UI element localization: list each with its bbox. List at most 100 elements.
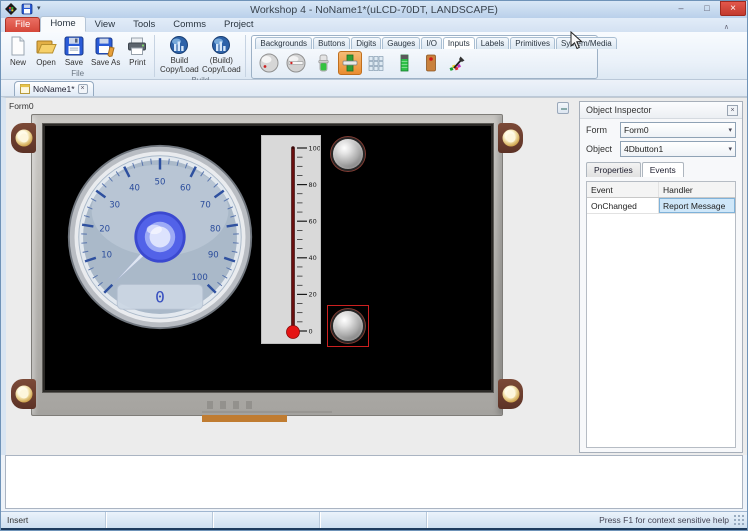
palette-widgets xyxy=(252,49,597,75)
maximize-button[interactable]: □ xyxy=(694,1,720,16)
inspector-tabs: Properties Events xyxy=(580,157,742,177)
qat-dropdown-icon[interactable]: ▾ xyxy=(37,2,41,16)
mount-tab-top-right xyxy=(498,123,523,153)
tab-home[interactable]: Home xyxy=(40,16,85,32)
metal-button-top[interactable] xyxy=(333,139,363,169)
widget-toggle-switch[interactable] xyxy=(419,51,443,75)
save-as-button[interactable]: Save As xyxy=(88,34,123,68)
app-window: ▾ Workshop 4 - NoName1*(uLCD-70DT, LANDS… xyxy=(0,0,748,531)
rotary-switch-icon xyxy=(286,53,306,73)
mount-tab-bottom-right xyxy=(498,379,523,409)
palette-tab-backgrounds[interactable]: Backgrounds xyxy=(255,37,312,49)
ribbon: New Open Save xyxy=(1,32,747,80)
print-button[interactable]: Print xyxy=(123,34,151,68)
svg-text:40: 40 xyxy=(309,254,317,262)
form-select-value: Form0 xyxy=(624,125,649,135)
document-close-icon[interactable]: × xyxy=(78,84,88,94)
widget-led-bar[interactable] xyxy=(392,51,416,75)
palette-tab-inputs[interactable]: Inputs xyxy=(443,37,475,49)
event-cell[interactable]: OnChanged xyxy=(587,198,659,213)
tab-project[interactable]: Project xyxy=(215,18,263,32)
palette-tab-labels[interactable]: Labels xyxy=(476,37,510,49)
svg-text:100: 100 xyxy=(191,273,207,283)
document-tab-bar: NoName1* × xyxy=(1,80,747,97)
tab-view[interactable]: View xyxy=(86,18,124,32)
widget-slider-vertical[interactable] xyxy=(311,51,335,75)
form-name-label: Form0 xyxy=(9,101,34,111)
new-button[interactable]: New xyxy=(4,34,32,68)
status-bar: Insert Press F1 for context sensitive he… xyxy=(1,511,747,528)
svg-text:10: 10 xyxy=(101,251,112,261)
tab-comms[interactable]: Comms xyxy=(164,18,215,32)
thermometer-widget[interactable]: 100806040200 xyxy=(261,135,321,344)
message-log-panel xyxy=(5,455,743,509)
keypad-icon xyxy=(367,53,387,73)
mount-tab-bottom-left xyxy=(11,379,36,409)
inspector-close-icon[interactable]: × xyxy=(727,105,738,116)
object-select[interactable]: 4Dbutton1 ▾ xyxy=(620,141,736,157)
svg-text:70: 70 xyxy=(200,200,211,210)
form-document-icon xyxy=(20,84,30,94)
tab-events[interactable]: Events xyxy=(642,162,684,177)
ribbon-separator xyxy=(154,35,155,77)
handler-column-header: Handler xyxy=(659,182,735,197)
svg-text:80: 80 xyxy=(210,225,221,235)
palette-tab-gauges[interactable]: Gauges xyxy=(382,37,420,49)
ribbon-collapse-icon[interactable]: ∧ xyxy=(724,23,729,31)
object-select-value: 4Dbutton1 xyxy=(624,144,663,154)
file-group: New Open Save xyxy=(4,34,151,78)
open-button[interactable]: Open xyxy=(32,34,60,68)
panel-splitter-button[interactable] xyxy=(557,102,569,114)
build-icon xyxy=(169,35,189,55)
angular-gauge-widget[interactable]: 102030405060708090100 0 xyxy=(65,142,255,332)
widget-color-picker[interactable] xyxy=(446,51,470,75)
widget-slider-horizontal[interactable] xyxy=(338,51,362,75)
build-copy-load-button[interactable]: Build Copy/Load xyxy=(158,34,200,75)
window-controls: – □ × xyxy=(668,1,746,16)
inspector-title: Object Inspector xyxy=(586,105,727,115)
chevron-down-icon: ▾ xyxy=(728,145,732,153)
svg-text:50: 50 xyxy=(155,177,166,187)
mount-hole-icon xyxy=(502,130,519,147)
palette-tab-io[interactable]: I/O xyxy=(421,37,442,49)
tab-properties[interactable]: Properties xyxy=(586,162,641,177)
svg-text:20: 20 xyxy=(309,291,317,299)
metal-button-selected[interactable] xyxy=(333,311,363,341)
object-inspector-panel: Object Inspector × Form Form0 ▾ Object 4… xyxy=(579,101,743,453)
build-group: Build Copy/Load (Build) Copy/Load Build xyxy=(158,34,242,85)
close-button[interactable]: × xyxy=(720,1,746,16)
tab-file[interactable]: File xyxy=(5,17,40,32)
led-bar-icon xyxy=(394,53,414,73)
build-only-copy-load-button[interactable]: (Build) Copy/Load xyxy=(200,34,242,75)
save-button[interactable]: Save xyxy=(60,34,88,68)
status-segment xyxy=(106,512,213,528)
handler-cell[interactable]: Report Message xyxy=(659,198,735,213)
title-bar: ▾ Workshop 4 - NoName1*(uLCD-70DT, LANDS… xyxy=(1,1,747,18)
resize-grip-icon[interactable] xyxy=(733,514,745,526)
minimize-button[interactable]: – xyxy=(668,1,694,16)
events-table: Event Handler OnChanged Report Message xyxy=(586,181,736,448)
palette-tab-primitives[interactable]: Primitives xyxy=(510,37,555,49)
svg-text:90: 90 xyxy=(208,251,219,261)
svg-text:60: 60 xyxy=(180,183,191,193)
svg-text:30: 30 xyxy=(109,200,120,210)
widget-knob[interactable] xyxy=(257,51,281,75)
palette-tab-buttons[interactable]: Buttons xyxy=(313,37,350,49)
lcd-screen[interactable]: 102030405060708090100 0 100806040200 xyxy=(42,123,494,393)
palette-tab-digits[interactable]: Digits xyxy=(351,37,381,49)
knob-icon xyxy=(259,53,279,73)
widget-rotary-switch[interactable] xyxy=(284,51,308,75)
tab-tools[interactable]: Tools xyxy=(124,18,164,32)
svg-text:80: 80 xyxy=(309,181,317,189)
chevron-down-icon: ▾ xyxy=(728,126,732,134)
document-tab[interactable]: NoName1* × xyxy=(14,81,94,96)
thermometer-bulb xyxy=(287,326,300,339)
widget-keypad[interactable] xyxy=(365,51,389,75)
print-icon xyxy=(126,35,148,57)
form-select[interactable]: Form0 ▾ xyxy=(620,122,736,138)
file-group-label: File xyxy=(4,69,151,78)
palette-tab-system-media[interactable]: System/Media xyxy=(556,37,617,49)
object-field-label: Object xyxy=(586,144,620,154)
inspector-header: Object Inspector × xyxy=(580,102,742,119)
quick-save-icon[interactable] xyxy=(21,3,33,15)
